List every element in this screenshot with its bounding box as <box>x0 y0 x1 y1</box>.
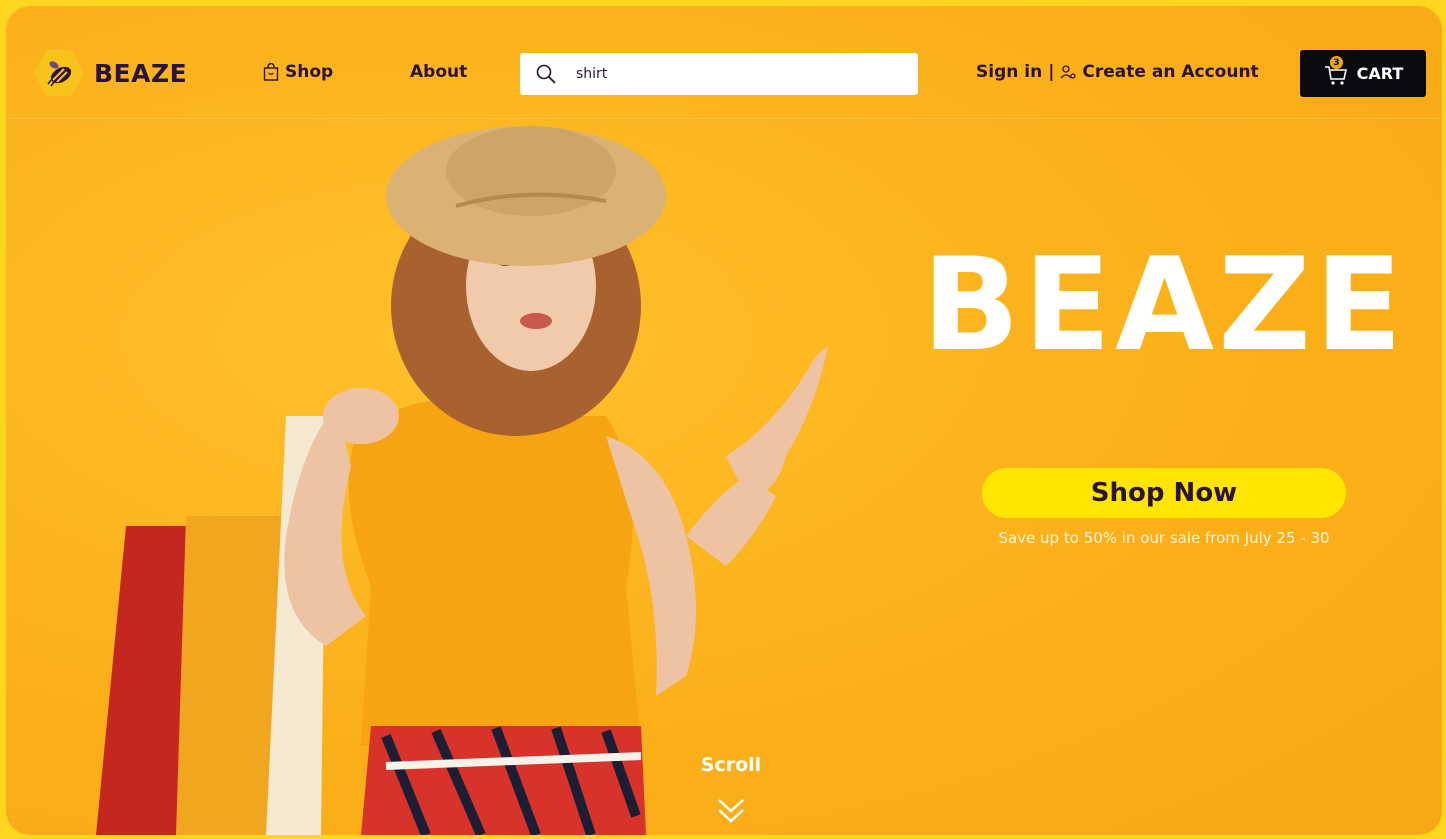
account-separator: | <box>1048 62 1055 82</box>
search-icon[interactable] <box>534 62 558 86</box>
cart-label: CART <box>1356 64 1404 83</box>
cart-count-badge: 3 <box>1330 56 1343 69</box>
chevron-down-icon[interactable] <box>714 794 748 828</box>
shopping-bag-icon <box>263 63 279 81</box>
sign-in-link[interactable]: Sign in <box>976 62 1042 82</box>
page-frame: BEAZE Shop About Sign in | <box>6 6 1442 835</box>
cart-button[interactable]: 3 CART <box>1300 50 1426 97</box>
search-input[interactable] <box>574 65 898 83</box>
nav-shop-link[interactable]: Shop <box>263 62 333 82</box>
brand-name: BEAZE <box>94 58 188 88</box>
sale-text: Save up to 50% in our sale from July 25 … <box>998 529 1330 547</box>
scroll-label[interactable]: Scroll <box>686 754 776 776</box>
hero-model-image <box>96 126 828 835</box>
hero-title: BEAZE <box>922 231 1407 380</box>
account-links: Sign in | Create an Account <box>976 62 1259 82</box>
create-account-link[interactable]: Create an Account <box>1082 62 1258 82</box>
nav-shop-label: Shop <box>285 62 334 82</box>
top-navigation: BEAZE Shop About Sign in | <box>6 6 1442 119</box>
nav-about-label: About <box>410 62 468 82</box>
nav-about-link[interactable]: About <box>410 62 467 82</box>
bee-icon <box>34 50 84 96</box>
user-icon <box>1060 65 1077 79</box>
brand-logo[interactable]: BEAZE <box>34 48 194 98</box>
shop-now-button[interactable]: Shop Now <box>982 468 1346 518</box>
search-bar <box>520 53 918 95</box>
